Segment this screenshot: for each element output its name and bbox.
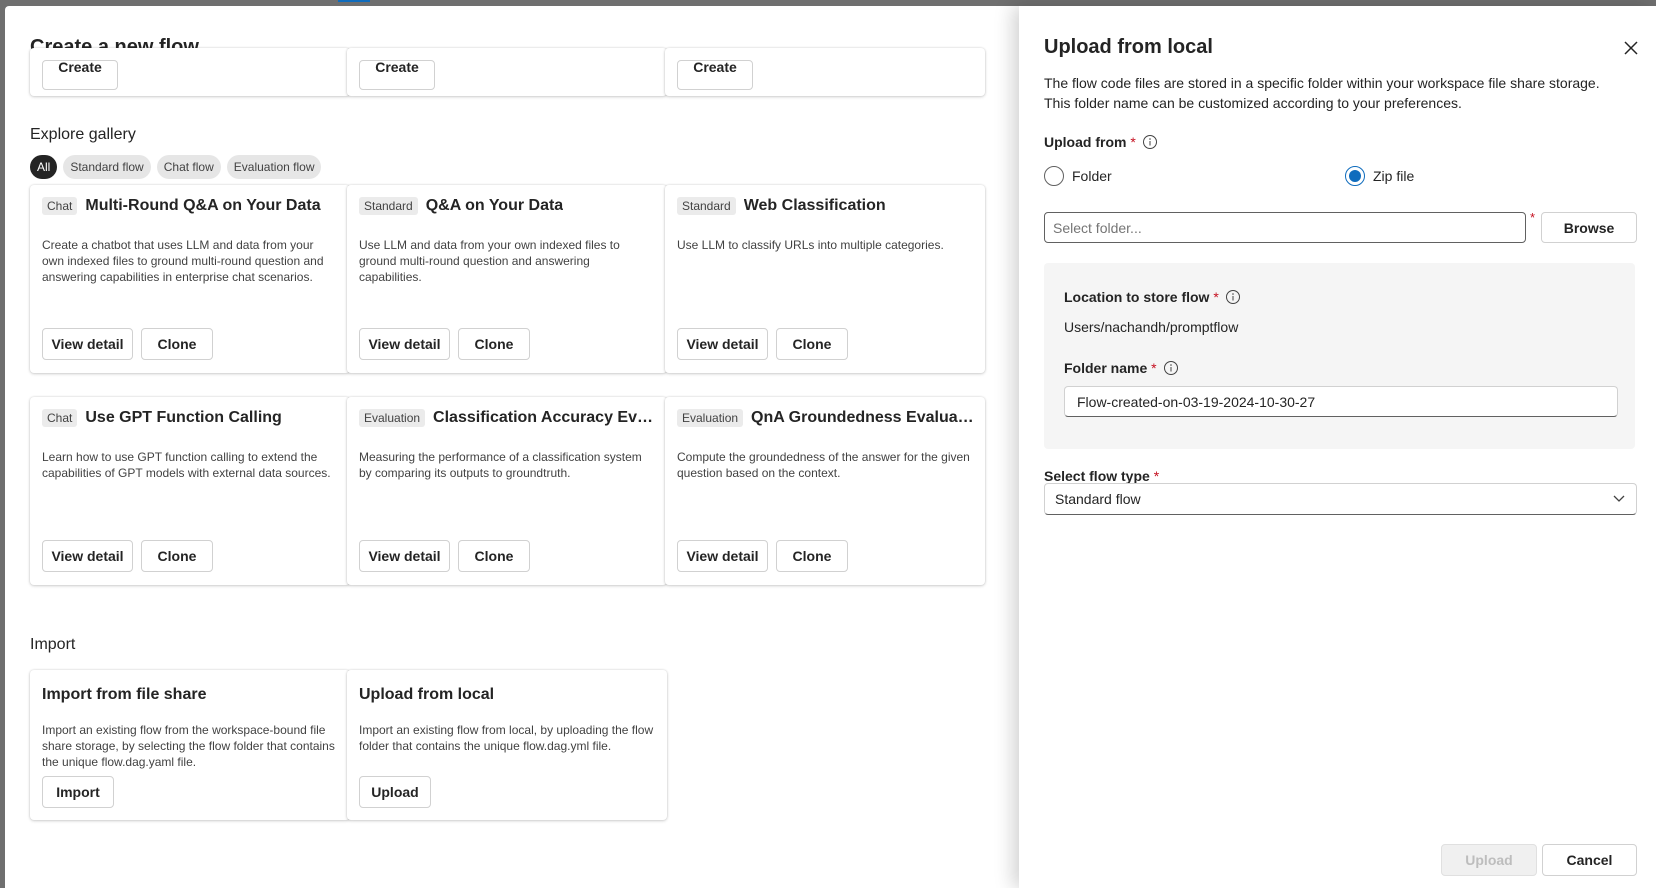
- gallery-filters: All Standard flow Chat flow Evaluation f…: [30, 155, 322, 179]
- radio-label: Zip file: [1373, 168, 1415, 184]
- clone-button[interactable]: Clone: [776, 328, 848, 360]
- import-card-title: Import from file share: [42, 686, 207, 703]
- gallery-card-title: Q&A on Your Data: [425, 197, 564, 214]
- import-button[interactable]: Import: [42, 776, 114, 808]
- info-icon[interactable]: [1142, 134, 1158, 150]
- upload-from-label: Upload from *: [1044, 134, 1158, 150]
- create-button[interactable]: Create: [42, 60, 118, 90]
- upload-card-description: Import an existing flow from local, by u…: [359, 723, 654, 753]
- panel-title: Upload from local: [1044, 36, 1213, 58]
- import-card-description: Import an existing flow from the workspa…: [42, 723, 335, 769]
- upload-button[interactable]: Upload: [359, 776, 431, 808]
- flow-type-tag: Chat: [42, 409, 78, 427]
- gallery-card: Standard Q&A on Your Data Use LLM and dat…: [347, 185, 667, 373]
- panel-description: The flow code files are stored in a spec…: [1044, 75, 1600, 111]
- view-detail-button[interactable]: View detail: [677, 328, 768, 360]
- radio-circle-selected[interactable]: [1345, 166, 1365, 186]
- clone-button[interactable]: Clone: [458, 328, 530, 360]
- cancel-button[interactable]: Cancel: [1542, 844, 1637, 876]
- filter-chat-flow[interactable]: Chat flow: [156, 155, 221, 179]
- flow-type-label: Select flow type *: [1044, 468, 1160, 484]
- radio-zip-file[interactable]: Zip file: [1345, 166, 1414, 186]
- gallery-card-title: Classification Accuracy Evalu...: [433, 409, 659, 426]
- flow-type-dropdown[interactable]: Standard flow: [1044, 483, 1637, 515]
- gallery-card-title: QnA Groundedness Evaluation: [751, 409, 977, 426]
- folder-name-label: Folder name *: [1064, 360, 1179, 376]
- flow-type-tag: Standard: [677, 197, 736, 215]
- gallery-card-description: Create a chatbot that uses LLM and data …: [42, 238, 324, 284]
- select-folder-input[interactable]: [1044, 212, 1526, 243]
- flow-type-tag: Evaluation: [677, 409, 744, 427]
- flow-type-tag: Standard: [359, 197, 418, 215]
- gallery-card-title: Multi-Round Q&A on Your Data: [85, 197, 321, 214]
- chevron-down-icon: [1612, 491, 1626, 508]
- flow-type-value: Standard flow: [1055, 491, 1141, 507]
- gallery-card-description: Learn how to use GPT function calling to…: [42, 450, 331, 480]
- info-icon[interactable]: [1163, 360, 1179, 376]
- gallery-card: Chat Use GPT Function Calling Learn how t…: [30, 397, 350, 585]
- radio-circle[interactable]: [1044, 166, 1064, 186]
- clone-button[interactable]: Clone: [458, 540, 530, 572]
- gallery-card: Evaluation QnA Groundedness Evaluation Co…: [665, 397, 985, 585]
- flow-type-tag: Chat: [42, 197, 78, 215]
- create-card: Create: [347, 48, 667, 96]
- create-card: Create: [30, 48, 350, 96]
- flow-type-tag: Evaluation: [359, 409, 426, 427]
- filter-evaluation-flow[interactable]: Evaluation flow: [226, 155, 322, 179]
- filter-standard-flow[interactable]: Standard flow: [63, 155, 151, 179]
- filter-all[interactable]: All: [30, 155, 58, 179]
- clone-button[interactable]: Clone: [141, 540, 213, 572]
- location-label: Location to store flow *: [1064, 289, 1241, 305]
- clone-button[interactable]: Clone: [141, 328, 213, 360]
- gallery-title: Explore gallery: [30, 126, 136, 143]
- gallery-card: Evaluation Classification Accuracy Evalu.…: [347, 397, 667, 585]
- clone-button[interactable]: Clone: [776, 540, 848, 572]
- view-detail-button[interactable]: View detail: [359, 328, 450, 360]
- info-icon[interactable]: [1225, 289, 1241, 305]
- close-icon[interactable]: [1619, 36, 1643, 60]
- view-detail-button[interactable]: View detail: [677, 540, 768, 572]
- create-card: Create: [665, 48, 985, 96]
- folder-name-input[interactable]: [1064, 386, 1618, 417]
- view-detail-button[interactable]: View detail: [359, 540, 450, 572]
- radio-folder[interactable]: Folder: [1044, 166, 1112, 186]
- gallery-card-description: Use LLM and data from your own indexed f…: [359, 238, 620, 284]
- location-value: Users/nachandh/promptflow: [1064, 319, 1239, 335]
- gallery-card: Chat Multi-Round Q&A on Your Data Create …: [30, 185, 350, 373]
- upload-card-title: Upload from local: [359, 686, 495, 703]
- gallery-card-title: Use GPT Function Calling: [85, 409, 282, 426]
- gallery-card-description: Use LLM to classify URLs into multiple c…: [677, 238, 944, 252]
- view-detail-button[interactable]: View detail: [42, 328, 133, 360]
- upload-panel: Upload from local The flow code files ar…: [1019, 6, 1656, 888]
- import-card: Import from file share Import an existin…: [30, 670, 350, 820]
- view-detail-button[interactable]: View detail: [42, 540, 133, 572]
- create-button[interactable]: Create: [359, 60, 435, 90]
- gallery-card-description: Compute the groundedness of the answer f…: [677, 450, 970, 480]
- background-accent: [338, 0, 370, 2]
- import-title: Import: [30, 636, 76, 653]
- required-mark: *: [1530, 210, 1536, 225]
- browse-button[interactable]: Browse: [1541, 212, 1637, 243]
- upload-card: Upload from local Import an existing flo…: [347, 670, 667, 820]
- create-button[interactable]: Create: [677, 60, 753, 90]
- gallery-card-title: Web Classification: [743, 197, 886, 214]
- gallery-card-description: Measuring the performance of a classific…: [359, 450, 642, 480]
- upload-submit-button[interactable]: Upload: [1441, 844, 1537, 876]
- radio-label: Folder: [1072, 168, 1112, 184]
- gallery-card: Standard Web Classification Use LLM to cl…: [665, 185, 985, 373]
- location-section: Location to store flow * Users/nachandh/…: [1044, 263, 1635, 449]
